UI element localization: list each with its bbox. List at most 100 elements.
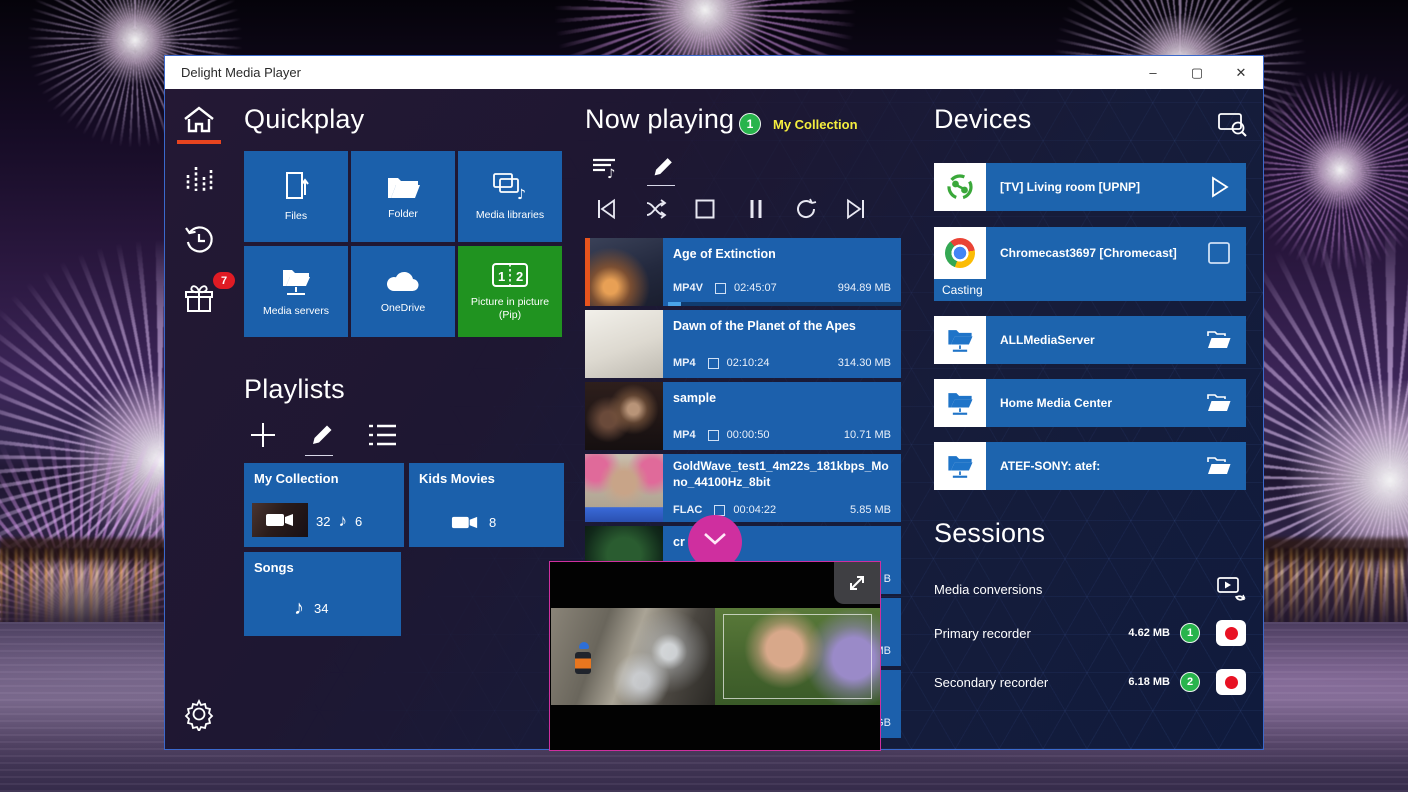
media-conversions-label: Media conversions: [934, 582, 1042, 597]
video-thumbnail: [585, 382, 663, 450]
device-row-atef-sony[interactable]: ATEF-SONY: atef:: [934, 442, 1246, 490]
media-title: Age of Extinction: [673, 246, 891, 262]
media-item[interactable]: Age of Extinction MP4V 02:45:07 994.89 M…: [585, 238, 901, 306]
sidebar-item-history[interactable]: [179, 220, 219, 260]
browse-server-button[interactable]: [1206, 390, 1232, 416]
gift-badge: 7: [213, 272, 235, 289]
playlist-thumbnail: [252, 503, 308, 537]
svg-text:2: 2: [516, 269, 523, 284]
climber-figure: [579, 642, 589, 649]
recorder-name: Primary recorder: [934, 626, 1031, 641]
media-item[interactable]: sample MP4 00:00:50 10.71 MB: [585, 382, 901, 450]
media-item[interactable]: GoldWave_test1_4m22s_181kbps_Mono_44100H…: [585, 454, 901, 522]
minimize-button[interactable]: –: [1131, 56, 1175, 89]
device-row-chromecast[interactable]: Chromecast3697 [Chromecast] Casting: [934, 227, 1246, 301]
files-icon: [279, 169, 313, 203]
edit-playlist-button[interactable]: [305, 418, 339, 452]
recorder-count-badge: 2: [1180, 672, 1200, 692]
stop-state-icon: [715, 283, 726, 294]
video-thumbnail: [585, 454, 663, 522]
playlist-tile-kids-movies[interactable]: Kids Movies 8: [409, 463, 564, 547]
browse-server-button[interactable]: [1206, 453, 1232, 479]
record-dot-icon: [1225, 676, 1238, 689]
media-size: 994.89 MB: [838, 282, 891, 294]
primary-recorder-row: Primary recorder 4.62 MB 1: [934, 616, 1246, 650]
edit-queue-button[interactable]: [647, 152, 679, 182]
playlist-tile-my-collection[interactable]: My Collection 32 ♪ 6: [244, 463, 404, 547]
quickplay-tile-pip[interactable]: 12 Picture in picture (Pip): [458, 246, 562, 337]
scan-devices-icon[interactable]: [1215, 110, 1249, 140]
now-playing-playlist-name: My Collection: [773, 117, 858, 132]
chevron-down-icon: [702, 531, 728, 547]
previous-button[interactable]: [591, 194, 621, 224]
device-row-home-media-center[interactable]: Home Media Center: [934, 379, 1246, 427]
music-note-icon: ♪: [338, 511, 347, 531]
repeat-button[interactable]: [791, 194, 821, 224]
video-thumbnail: [590, 238, 663, 306]
add-playlist-button[interactable]: [246, 418, 280, 452]
quickplay-tile-folder[interactable]: Folder: [351, 151, 455, 242]
recorder-count-badge: 1: [1180, 623, 1200, 643]
quickplay-title: Quickplay: [244, 104, 364, 135]
stop-button[interactable]: [690, 194, 720, 224]
next-button[interactable]: [841, 194, 871, 224]
sidebar-item-equalizer[interactable]: [179, 159, 219, 199]
window-title: Delight Media Player: [181, 65, 301, 80]
desktop: { "window": { "title": "Delight Media Pl…: [0, 0, 1408, 792]
device-row-tv-living-room[interactable]: [TV] Living room [UPNP]: [934, 163, 1246, 211]
expand-preview-button[interactable]: [834, 562, 880, 604]
secondary-recorder-row: Secondary recorder 6.18 MB 2: [934, 665, 1246, 699]
pip-frame-border: [723, 614, 872, 699]
sessions-title: Sessions: [934, 518, 1045, 549]
media-item[interactable]: Dawn of the Planet of the Apes MP4 02:10…: [585, 310, 901, 378]
video-count: 32: [316, 514, 330, 529]
media-conversions-row[interactable]: Media conversions: [934, 574, 1246, 604]
maximize-button[interactable]: ▢: [1175, 56, 1219, 89]
sidebar-item-home[interactable]: [179, 100, 219, 140]
close-button[interactable]: ✕: [1219, 56, 1263, 89]
record-button[interactable]: [1216, 669, 1246, 695]
browse-server-button[interactable]: [1206, 327, 1232, 353]
quickplay-tile-media-servers[interactable]: Media servers: [244, 246, 348, 337]
media-size: 10.71 MB: [844, 429, 891, 441]
record-dot-icon: [1225, 627, 1238, 640]
media-conversions-icon[interactable]: [1216, 576, 1246, 602]
app-window: Delight Media Player – ▢ ✕ 7 Quickplay: [164, 55, 1264, 750]
pause-button[interactable]: [741, 194, 771, 224]
media-size: 5.85 MB: [850, 504, 891, 516]
stop-state-icon: [708, 430, 719, 441]
recorder-size: 4.62 MB: [1128, 627, 1170, 639]
media-duration: 02:10:24: [727, 357, 770, 369]
stop-state-icon: [714, 505, 725, 516]
device-name: Chromecast3697 [Chromecast]: [1000, 227, 1177, 279]
recorder-name: Secondary recorder: [934, 675, 1048, 690]
song-count: 34: [314, 601, 328, 616]
main-video-frame: [551, 608, 715, 705]
playback-progress[interactable]: [668, 302, 901, 306]
playlist-list-button[interactable]: [365, 418, 399, 452]
media-duration: 02:45:07: [734, 282, 777, 294]
media-format: FLAC: [673, 504, 702, 516]
svg-text:♪: ♪: [517, 187, 526, 202]
media-format: MP4: [673, 429, 696, 441]
queue-icon[interactable]: ♪: [589, 154, 621, 182]
stop-casting-button[interactable]: [1206, 240, 1232, 266]
record-button[interactable]: [1216, 620, 1246, 646]
quickplay-tile-onedrive[interactable]: OneDrive: [351, 246, 455, 337]
shuffle-button[interactable]: [641, 194, 671, 224]
media-format: MP4V: [673, 282, 703, 294]
video-preview-overlay[interactable]: [549, 561, 881, 751]
title-bar[interactable]: Delight Media Player – ▢ ✕: [165, 56, 1263, 89]
playlist-tile-songs[interactable]: Songs ♪ 34: [244, 552, 401, 636]
picture-in-picture-icon: 12: [490, 261, 530, 289]
quickplay-tile-files[interactable]: Files: [244, 151, 348, 242]
play-on-device-button[interactable]: [1206, 174, 1232, 200]
folder-icon: [384, 171, 422, 201]
device-name: Home Media Center: [1000, 379, 1112, 427]
quickplay-tile-media-libraries[interactable]: ♪ Media libraries: [458, 151, 562, 242]
device-row-allmediaserver[interactable]: ALLMediaServer: [934, 316, 1246, 364]
playlist-name: Kids Movies: [419, 471, 495, 486]
media-servers-icon: [277, 264, 315, 298]
sidebar-item-gifts[interactable]: 7: [179, 280, 219, 320]
sidebar-item-settings[interactable]: [179, 694, 219, 734]
